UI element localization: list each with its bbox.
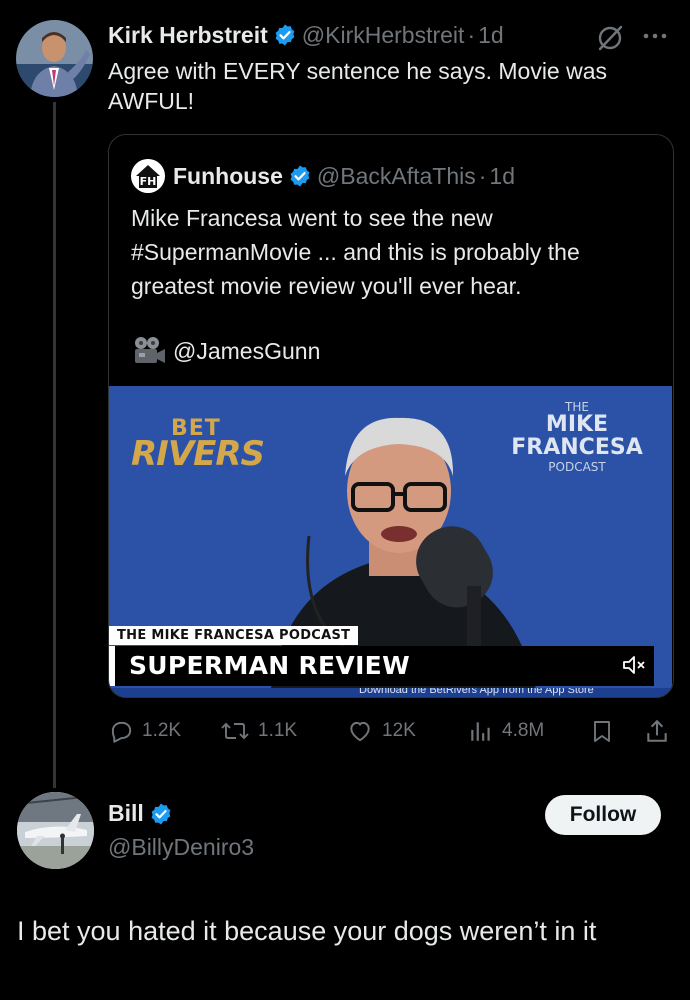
ticker-text: Download the BetRivers App from the App … (359, 688, 594, 696)
video-player[interactable]: BET RIVERS THE MIKE FRANCESA PODCAST THE… (109, 386, 672, 697)
quoted-author-handle[interactable]: @BackAftaThis (317, 163, 476, 190)
follow-button[interactable]: Follow (545, 795, 661, 835)
movie-camera-icon (135, 337, 165, 363)
lower-third-show-name: THE MIKE FRANCESA PODCAST (109, 626, 359, 645)
quoted-author-name[interactable]: Funhouse (173, 163, 283, 190)
lower-third-title: SUPERMAN REVIEW (109, 646, 654, 686)
share-button[interactable] (644, 718, 678, 744)
share-icon (647, 719, 667, 742)
video-ticker: Download the BetRivers App from the App … (109, 688, 672, 697)
mention-row: @JamesGunn (131, 335, 320, 367)
reply-button[interactable]: 1.2K (108, 718, 181, 744)
views-button[interactable]: 4.8M (468, 718, 544, 744)
verified-badge-icon (151, 803, 171, 824)
repost-icon (221, 722, 249, 740)
verified-badge-icon (275, 24, 295, 46)
avatar-photo (17, 792, 94, 869)
repost-count: 1.1K (258, 720, 298, 741)
quoted-timestamp[interactable]: 1d (489, 163, 515, 190)
views-chart-icon (471, 722, 490, 741)
separator-dot: · (467, 21, 476, 48)
reply-icon (111, 721, 132, 743)
timestamp[interactable]: 1d (478, 22, 504, 49)
author-name[interactable]: Kirk Herbstreit (108, 22, 268, 49)
funhouse-logo-avatar[interactable]: FH (131, 159, 165, 193)
reply-count: 1.2K (142, 720, 182, 741)
author-handle[interactable]: @KirkHerbstreit (302, 22, 465, 49)
svg-text:FH: FH (140, 175, 157, 188)
bookmark-button[interactable] (590, 718, 622, 744)
quoted-tweet-header: FH Funhouse @BackAftaThis · 1d (131, 159, 515, 193)
mute-icon[interactable] (621, 654, 647, 676)
grok-icon[interactable] (596, 24, 624, 52)
mention-link[interactable]: @JamesGunn (173, 338, 320, 365)
avatar[interactable] (16, 20, 93, 97)
avatar-photo (16, 20, 93, 97)
repost-button[interactable]: 1.1K (220, 718, 297, 744)
tweet-header: Kirk Herbstreit @KirkHerbstreit · 1d (108, 18, 504, 52)
like-count: 12K (382, 720, 416, 741)
reply-author-name[interactable]: Bill (108, 800, 144, 827)
bookmark-icon (594, 721, 610, 742)
more-icon[interactable] (640, 24, 670, 48)
reply-author-handle[interactable]: @BillyDeniro3 (108, 834, 254, 861)
tweet-action-bar: 1.2K 1.1K 12K 4.8M (108, 718, 678, 750)
tweet-text: Agree with EVERY sentence he says. Movie… (108, 58, 608, 114)
quoted-tweet-card[interactable]: FH Funhouse @BackAftaThis · 1d Mike Fran… (108, 134, 674, 698)
separator-dot: · (478, 162, 487, 189)
like-button[interactable]: 12K (346, 718, 416, 744)
avatar[interactable] (17, 792, 94, 869)
thread-connector-line (53, 102, 56, 788)
views-count: 4.8M (502, 720, 545, 741)
reply-text: I bet you hated it because your dogs wer… (17, 916, 597, 946)
sponsor-bottom-text: RIVERS (131, 434, 265, 474)
reply-author-row: Bill (108, 800, 173, 827)
quoted-tweet-text: Mike Francesa went to see the new #Super… (131, 205, 580, 299)
verified-badge-icon (290, 165, 310, 187)
heart-icon (350, 721, 370, 742)
